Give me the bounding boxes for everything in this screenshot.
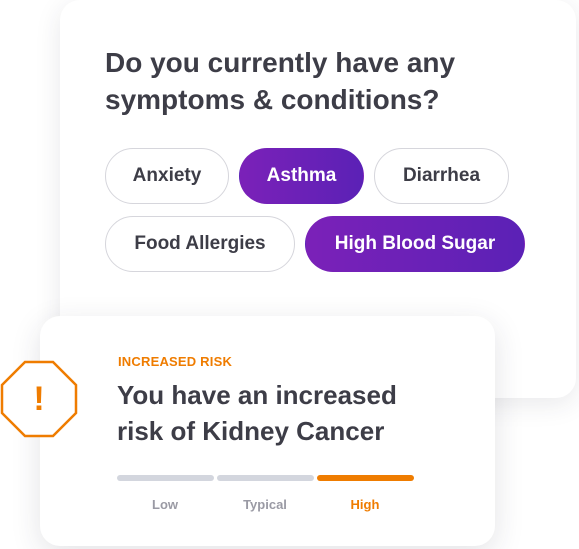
scale-label-high: High <box>350 497 380 512</box>
warning-exclamation: ! <box>33 379 45 418</box>
scale-bar-typical <box>217 475 314 481</box>
question-title: Do you currently have any symptoms & con… <box>105 47 456 115</box>
scale-bar-high <box>317 475 414 481</box>
scale-bar-low <box>117 475 214 481</box>
option-diarrhea[interactable]: Diarrhea <box>374 148 509 204</box>
scale-label-low: Low <box>152 497 178 512</box>
scale-label-typical: Typical <box>243 497 287 512</box>
warning-octagon-icon: ! <box>0 360 78 438</box>
option-asthma[interactable]: Asthma <box>239 148 364 204</box>
option-high-blood-sugar[interactable]: High Blood Sugar <box>305 216 525 272</box>
risk-label: INCREASED RISK <box>118 354 233 369</box>
risk-title: You have an increased risk of Kidney Can… <box>117 380 397 446</box>
option-anxiety[interactable]: Anxiety <box>105 148 229 204</box>
option-food-allergies[interactable]: Food Allergies <box>105 216 295 272</box>
